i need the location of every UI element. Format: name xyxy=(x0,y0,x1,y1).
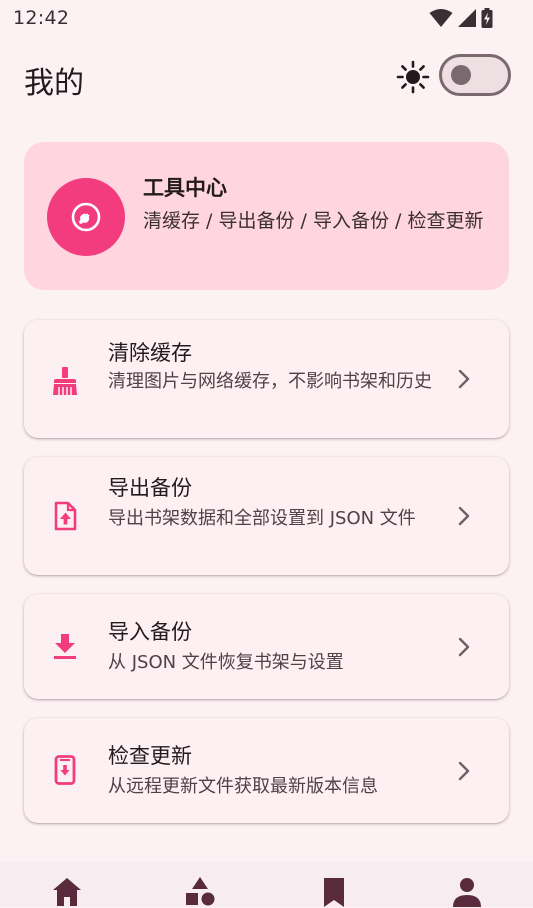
status-icons xyxy=(429,8,493,28)
theme-toggle[interactable] xyxy=(439,54,511,96)
tool-center-card[interactable]: 工具中心 清缓存 / 导出备份 / 导入备份 / 检查更新 xyxy=(24,142,509,290)
tool-center-title: 工具中心 xyxy=(143,176,227,200)
chevron-right-icon xyxy=(458,369,470,389)
broom-icon xyxy=(53,367,77,395)
wrench-icon xyxy=(71,202,101,232)
export-backup-item[interactable]: 导出备份 导出书架数据和全部设置到 JSON 文件 xyxy=(24,457,509,575)
file-upload-icon xyxy=(54,501,77,531)
clear-cache-item[interactable]: 清除缓存 清理图片与网络缓存，不影响书架和历史 xyxy=(24,320,509,438)
wifi-icon xyxy=(429,9,453,27)
bottom-nav xyxy=(0,862,533,907)
chevron-right-icon xyxy=(458,506,470,526)
shapes-icon[interactable] xyxy=(183,874,217,908)
clear-cache-description: 清理图片与网络缓存，不影响书架和历史 xyxy=(108,371,432,392)
export-backup-description: 导出书架数据和全部设置到 JSON 文件 xyxy=(108,508,416,529)
chevron-right-icon xyxy=(458,637,470,657)
import-backup-item[interactable]: 导入备份 从 JSON 文件恢复书架与设置 xyxy=(24,594,509,699)
clear-cache-title: 清除缓存 xyxy=(108,341,192,365)
bookmark-icon[interactable] xyxy=(317,874,351,908)
home-icon[interactable] xyxy=(50,874,84,908)
sun-icon xyxy=(396,60,430,94)
status-time: 12:42 xyxy=(13,7,70,29)
page-title: 我的 xyxy=(24,66,84,101)
download-icon xyxy=(54,634,76,659)
tool-center-icon-badge xyxy=(47,178,125,256)
toggle-knob xyxy=(451,65,471,85)
status-bar: 12:42 xyxy=(0,0,533,36)
cell-signal-icon xyxy=(458,9,476,27)
import-backup-title: 导入备份 xyxy=(108,620,192,644)
check-update-description: 从远程更新文件获取最新版本信息 xyxy=(108,776,378,797)
tool-center-description: 清缓存 / 导出备份 / 导入备份 / 检查更新 xyxy=(143,210,484,232)
phone-update-icon xyxy=(54,755,76,785)
export-backup-title: 导出备份 xyxy=(108,476,192,500)
check-update-title: 检查更新 xyxy=(108,744,192,768)
import-backup-description: 从 JSON 文件恢复书架与设置 xyxy=(108,652,344,673)
battery-charging-icon xyxy=(481,8,493,28)
chevron-right-icon xyxy=(458,761,470,781)
person-icon[interactable] xyxy=(450,874,484,908)
check-update-item[interactable]: 检查更新 从远程更新文件获取最新版本信息 xyxy=(24,718,509,823)
app-bar: 我的 xyxy=(0,46,533,108)
